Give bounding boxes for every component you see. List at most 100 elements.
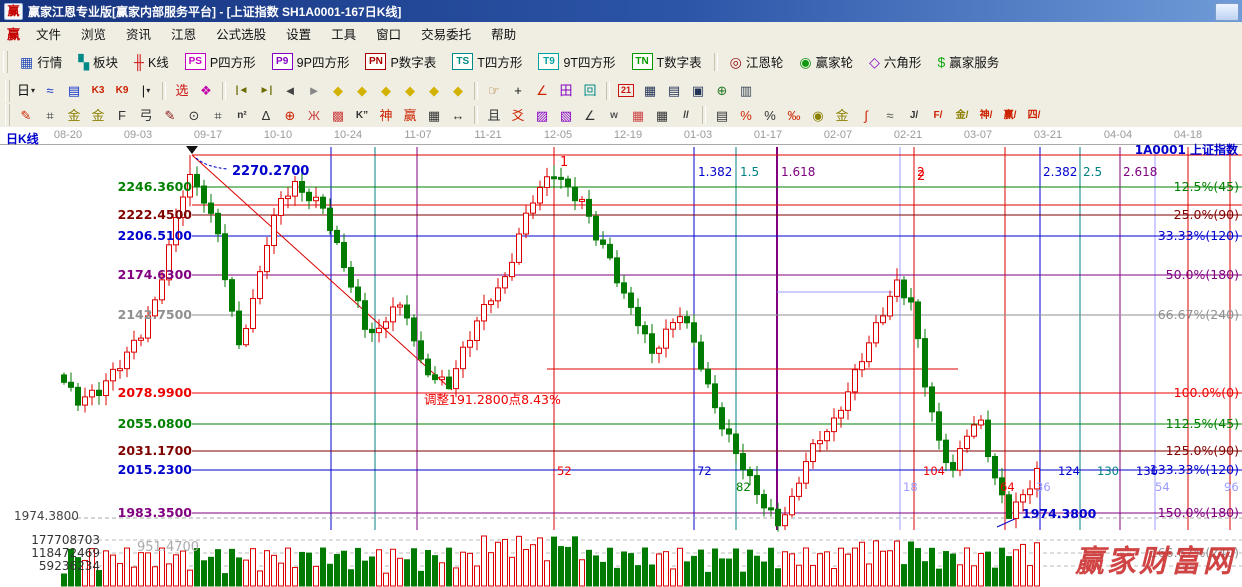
price-level-label: 2015.2300 xyxy=(118,462,193,477)
volume-bar xyxy=(866,563,872,587)
price-level-label: 2078.9900 xyxy=(118,385,193,400)
wave-point-label: 2 xyxy=(917,169,925,184)
candle-body xyxy=(264,244,270,273)
volume-bar xyxy=(432,555,438,587)
volume-bar xyxy=(376,549,382,587)
volume-bar xyxy=(523,549,529,587)
volume-bar xyxy=(236,557,242,587)
candle-body xyxy=(992,456,998,479)
candle-body xyxy=(96,389,102,396)
bar-count-label: 82 xyxy=(736,480,751,494)
candle-body xyxy=(747,469,753,477)
candle-body xyxy=(82,396,88,406)
candle-body xyxy=(649,333,655,354)
bar-count-label: 72 xyxy=(697,464,712,478)
volume-bar xyxy=(796,564,802,587)
candle-body xyxy=(1006,494,1012,519)
candle-body xyxy=(383,321,389,329)
fib-ratio-label: 1.618 xyxy=(781,165,815,179)
volume-axis-label: 177708703 xyxy=(31,533,100,547)
volume-bar xyxy=(572,536,578,587)
volume-bar xyxy=(726,558,732,587)
candle-body xyxy=(1020,494,1026,503)
candle-body xyxy=(61,374,67,383)
candle-body xyxy=(369,328,375,334)
volume-bar xyxy=(488,552,494,587)
candle-body xyxy=(936,411,942,441)
candle-body xyxy=(565,178,571,188)
candle-body xyxy=(117,368,123,372)
volume-bar xyxy=(481,535,487,587)
candle-body xyxy=(873,322,879,344)
candle-body xyxy=(964,435,970,450)
volume-bar xyxy=(908,541,914,587)
volume-bar xyxy=(502,538,508,587)
retracement-annotation: 调整191.2800点8.43% xyxy=(424,392,561,407)
volume-bar xyxy=(404,559,410,587)
volume-bar xyxy=(887,550,893,587)
candle-body xyxy=(677,316,683,324)
volume-bar xyxy=(1020,543,1026,587)
percent-level-label: 50.0%(180) xyxy=(1166,267,1239,282)
candle-body xyxy=(208,202,214,214)
candle-body xyxy=(852,369,858,393)
volume-bar xyxy=(565,546,571,587)
candle-body xyxy=(593,215,599,241)
candle-body xyxy=(362,300,368,330)
candle-body xyxy=(551,176,557,180)
candle-body xyxy=(831,417,837,433)
candle-body xyxy=(75,386,81,406)
candle-body xyxy=(306,191,312,202)
volume-bar xyxy=(348,569,354,587)
candle-body xyxy=(740,453,746,471)
volume-bar xyxy=(768,547,774,587)
percent-level-label: 112.5%(45) xyxy=(1166,416,1239,431)
peak-marker-icon xyxy=(186,146,198,154)
volume-bar xyxy=(712,548,718,587)
volume-bar xyxy=(103,550,109,587)
volume-bar xyxy=(1034,542,1040,587)
volume-bar xyxy=(411,548,417,587)
candle-body xyxy=(418,340,424,360)
trendline xyxy=(191,154,453,391)
candle-body xyxy=(488,300,494,306)
candle-body xyxy=(887,295,893,317)
candle-body xyxy=(586,198,592,217)
candle-body xyxy=(985,419,991,458)
candle-body xyxy=(481,304,487,322)
volume-bar xyxy=(208,556,214,587)
peak-price-label: 2270.2700 xyxy=(232,164,309,179)
volume-bar xyxy=(859,541,865,587)
volume-bar xyxy=(915,548,921,587)
kline-chart-canvas[interactable]: 1A0001 上证指数2246.36002222.45002206.510021… xyxy=(0,0,1242,587)
left-low-price-label: 1974.3800 xyxy=(14,509,79,523)
volume-bar xyxy=(145,552,151,587)
volume-bar xyxy=(1006,556,1012,587)
volume-bar xyxy=(635,565,641,587)
volume-bar xyxy=(509,556,515,587)
volume-bar xyxy=(257,570,263,587)
volume-bar xyxy=(747,549,753,587)
bar-count-label: 124 xyxy=(1058,464,1080,478)
candle-body xyxy=(334,229,340,244)
candle-body xyxy=(159,279,165,301)
candle-body xyxy=(131,339,137,353)
volume-bar xyxy=(1027,565,1033,587)
faded-value-label: 951.4700 xyxy=(137,540,199,555)
candle-body xyxy=(250,298,256,330)
candle-body xyxy=(712,383,718,409)
candle-body xyxy=(467,339,473,348)
percent-level-label: 125.0%(90) xyxy=(1166,443,1239,458)
volume-bar xyxy=(607,547,613,587)
price-level-label: 2246.3600 xyxy=(118,179,193,194)
candle-body xyxy=(68,381,74,388)
volume-bar xyxy=(166,563,172,587)
candle-body xyxy=(110,368,116,382)
candle-body xyxy=(950,462,956,471)
volume-bar xyxy=(901,564,907,587)
volume-bar xyxy=(754,555,760,587)
bar-count-label: 130 xyxy=(1097,464,1119,478)
candle-body xyxy=(313,196,319,202)
volume-bar xyxy=(110,554,116,587)
candle-body xyxy=(502,276,508,289)
